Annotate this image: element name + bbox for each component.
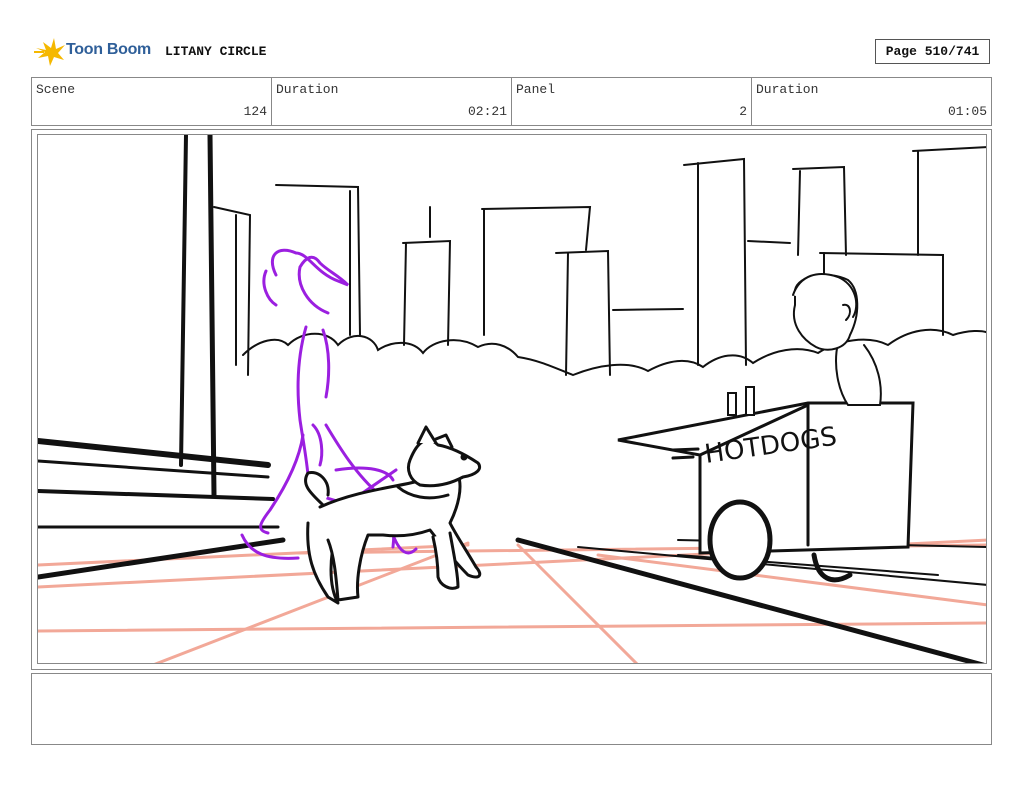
brand-name: Toon Boom <box>66 41 151 58</box>
scene-duration-label: Duration <box>276 82 339 97</box>
storyboard-sketch: HOTDOGS <box>38 135 986 663</box>
scene-cell: Scene 124 <box>32 78 272 125</box>
shiba-dog <box>304 425 482 605</box>
panel-duration-label: Duration <box>756 82 819 97</box>
project-title: LITANY CIRCLE <box>165 44 267 59</box>
panel-duration-value: 01:05 <box>947 104 987 119</box>
panel-label: Panel <box>516 82 556 97</box>
perspective-guides <box>38 538 986 663</box>
scene-value: 124 <box>243 104 267 119</box>
panel-duration-cell: Duration 01:05 <box>752 78 991 125</box>
scene-label: Scene <box>36 82 76 97</box>
panel-notes <box>31 673 992 745</box>
scene-duration-value: 02:21 <box>467 104 507 119</box>
info-row: Scene 124 Duration 02:21 Panel 2 Duratio… <box>31 77 992 126</box>
hotdog-cart: HOTDOGS <box>617 386 915 583</box>
panel-cell: Panel 2 <box>512 78 752 125</box>
page-indicator: Page 510/741 <box>875 39 990 64</box>
scene-duration-cell: Duration 02:21 <box>272 78 512 125</box>
panel-value: 2 <box>739 104 747 119</box>
panel-image: HOTDOGS <box>37 134 987 664</box>
